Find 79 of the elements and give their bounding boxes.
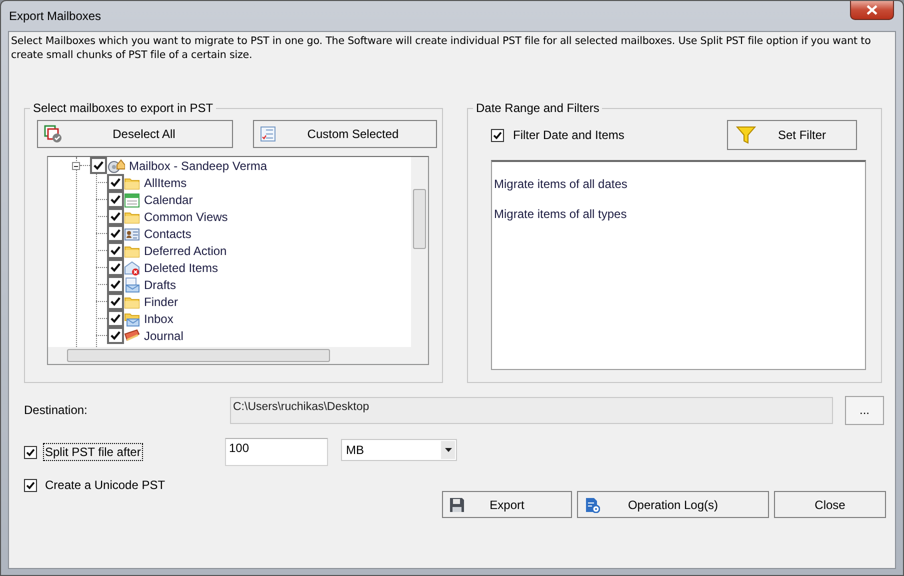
tree-item-label[interactable]: Inbox — [140, 312, 174, 326]
check-icon — [25, 480, 36, 490]
checkbox-label[interactable]: Create a Unicode PST — [44, 477, 229, 493]
checkbox[interactable] — [107, 293, 124, 310]
check-icon — [109, 210, 122, 223]
funnel-icon — [736, 125, 756, 145]
unit-dropdown[interactable]: MB — [341, 438, 457, 460]
custom-selected-button[interactable]: Custom Selected — [253, 120, 437, 148]
window-title: Export Mailboxes — [8, 8, 102, 23]
check-icon — [109, 329, 122, 342]
checkbox[interactable] — [24, 446, 37, 458]
group-title: Select mailboxes to export in PST — [32, 101, 214, 115]
check-icon — [109, 261, 122, 274]
inbox-icon — [124, 310, 140, 326]
calendar-icon — [124, 192, 140, 208]
vertical-scrollbar[interactable] — [411, 157, 428, 347]
destination-label: Destination: — [24, 403, 88, 417]
checkbox[interactable] — [90, 157, 107, 174]
close-button[interactable] — [850, 1, 894, 20]
group-title: Date Range and Filters — [475, 101, 600, 115]
document-gear-icon — [584, 496, 600, 512]
check-icon — [109, 244, 122, 257]
check-icon — [109, 176, 122, 189]
check-icon — [109, 295, 122, 308]
checkbox[interactable] — [107, 276, 124, 293]
size-input[interactable]: 100 — [225, 438, 328, 466]
check-icon — [109, 227, 122, 240]
check-icon — [109, 312, 122, 325]
checkbox[interactable] — [107, 174, 124, 191]
export-button[interactable]: Export — [442, 491, 572, 518]
folder-icon — [124, 294, 140, 308]
check-icon — [492, 130, 503, 140]
tree-item-label[interactable]: Common Views — [140, 210, 228, 224]
checkbox[interactable] — [24, 478, 37, 492]
stacked-windows-icon — [44, 125, 62, 143]
tree-item-label[interactable]: Journal — [140, 328, 184, 342]
close-icon — [866, 5, 878, 15]
summary-text: Migrate items of all types — [494, 207, 627, 221]
folder-icon — [124, 210, 140, 224]
dropdown-arrow-icon — [444, 448, 452, 452]
checkbox[interactable] — [107, 242, 124, 259]
checkbox[interactable] — [107, 191, 124, 208]
journal-icon — [124, 328, 140, 342]
check-icon — [109, 193, 122, 206]
checkbox[interactable] — [107, 310, 124, 327]
contact-card-icon — [124, 226, 140, 240]
destination-field[interactable]: C:\Users\ruchikas\Desktop — [230, 396, 833, 424]
checkbox[interactable] — [107, 327, 124, 344]
check-icon — [109, 278, 122, 291]
check-icon — [92, 159, 105, 172]
checkbox[interactable] — [107, 208, 124, 225]
checkbox[interactable] — [107, 225, 124, 242]
tree-item-label[interactable]: Mailbox - Sandeep Verma — [125, 158, 268, 172]
checkbox[interactable] — [107, 259, 124, 276]
tree-item-label[interactable]: Drafts — [140, 278, 176, 292]
tree-item-label[interactable]: Contacts — [140, 226, 192, 240]
set-filter-button[interactable]: Set Filter — [727, 120, 857, 150]
tree-item-label[interactable]: Deleted Items — [140, 260, 218, 274]
check-icon — [25, 446, 36, 458]
deleted-mail-icon — [124, 260, 140, 276]
browse-button[interactable]: ... — [845, 396, 884, 424]
operation-log-button[interactable]: Operation Log(s) — [577, 491, 769, 518]
mailbox-icon — [107, 158, 125, 174]
tree-item-label[interactable]: Calendar — [140, 192, 193, 206]
folder-icon — [124, 176, 140, 190]
checkbox-label[interactable]: Split PST file after — [44, 444, 142, 460]
summary-text: Migrate items of all dates — [494, 177, 628, 191]
tree-item-label[interactable]: AllItems — [140, 176, 187, 190]
tree-item-label[interactable]: Finder — [140, 294, 178, 308]
checkbox[interactable] — [491, 128, 504, 142]
folder-icon — [124, 244, 140, 258]
checklist-icon — [260, 126, 276, 142]
draft-mail-icon — [124, 276, 140, 292]
description-text: Select Mailboxes which you want to migrate to PST in one go. The Software will create individual PST file for all selected mailboxes. Use Split PST file option if you want to create small chunks of PST file of a certain size. — [11, 34, 872, 62]
checkbox-label[interactable]: Filter Date and Items — [513, 128, 727, 142]
deselect-all-button[interactable]: Deselect All — [37, 120, 233, 148]
close-button[interactable]: Close — [774, 491, 886, 518]
tree-item-label[interactable]: Deferred Action — [140, 244, 227, 258]
collapse-toggle[interactable] — [72, 162, 80, 170]
